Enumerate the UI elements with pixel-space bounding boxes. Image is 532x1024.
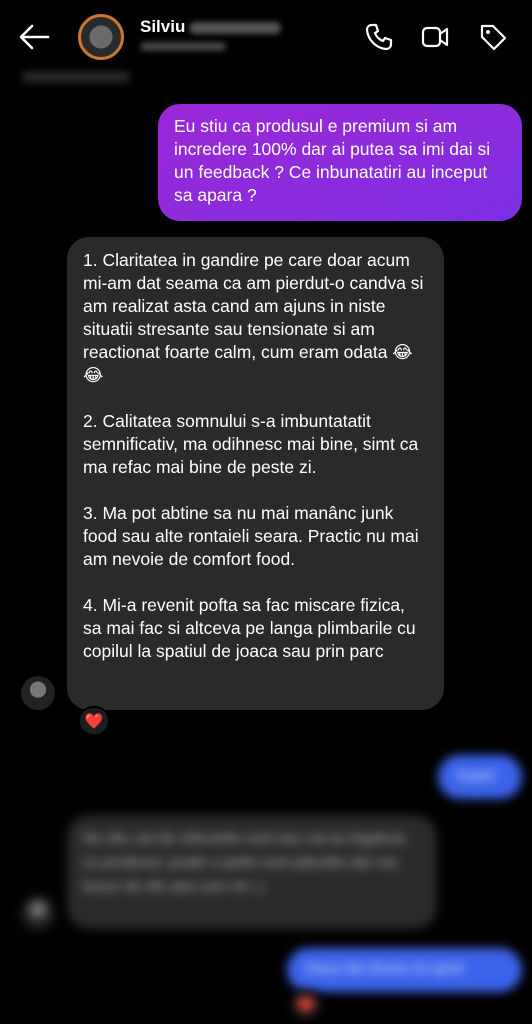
heart-reaction[interactable]: ❤️	[290, 990, 322, 1020]
reaction-emoji: ❤️	[84, 713, 104, 730]
blurred-surname	[189, 21, 282, 34]
incoming-message-blurred[interactable]: Nu stiu cat de relevante sunt sau cat au…	[67, 815, 437, 929]
message-text: Nu stiu cat de relevante sunt sau cat au…	[83, 830, 405, 895]
reaction-emoji: ❤️	[296, 997, 316, 1014]
message-text: Eu stiu ca produsul e premium si am incr…	[174, 116, 491, 205]
phone-icon[interactable]	[364, 22, 394, 52]
message-text: Daca dai drumu la sport	[305, 960, 465, 977]
message-paragraph: 2. Calitatea somnului s-a imbuntatatit s…	[83, 411, 419, 477]
contact-name[interactable]: Silviu	[140, 17, 282, 37]
chat-header: Silviu	[0, 0, 532, 72]
tag-icon[interactable]	[478, 22, 508, 52]
message-paragraph: 3. Ma pot abtine sa nu mai manânc junk f…	[83, 503, 419, 569]
sender-avatar[interactable]	[21, 896, 55, 930]
outgoing-message-blurred[interactable]: Daca dai drumu la sport	[287, 948, 522, 992]
contact-name-text: Silviu	[140, 17, 186, 36]
blurred-username	[140, 42, 226, 51]
message-text: Super	[456, 767, 497, 784]
message-paragraph: 4. Mi-a revenit pofta sa fac miscare fiz…	[83, 595, 416, 661]
outgoing-message[interactable]: Eu stiu ca produsul e premium si am incr…	[158, 104, 522, 221]
video-camera-icon[interactable]	[420, 22, 450, 52]
heart-reaction[interactable]: ❤️	[78, 706, 110, 736]
outgoing-message-blurred[interactable]: Super	[438, 755, 522, 799]
blurred-status	[22, 72, 130, 82]
message-paragraph: 1. Claritatea in gandire pe care doar ac…	[83, 250, 424, 385]
sender-avatar[interactable]	[21, 676, 55, 710]
arrow-left-icon[interactable]	[18, 22, 50, 52]
contact-avatar[interactable]	[78, 14, 124, 60]
incoming-message[interactable]: 1. Claritatea in gandire pe care doar ac…	[67, 237, 444, 710]
